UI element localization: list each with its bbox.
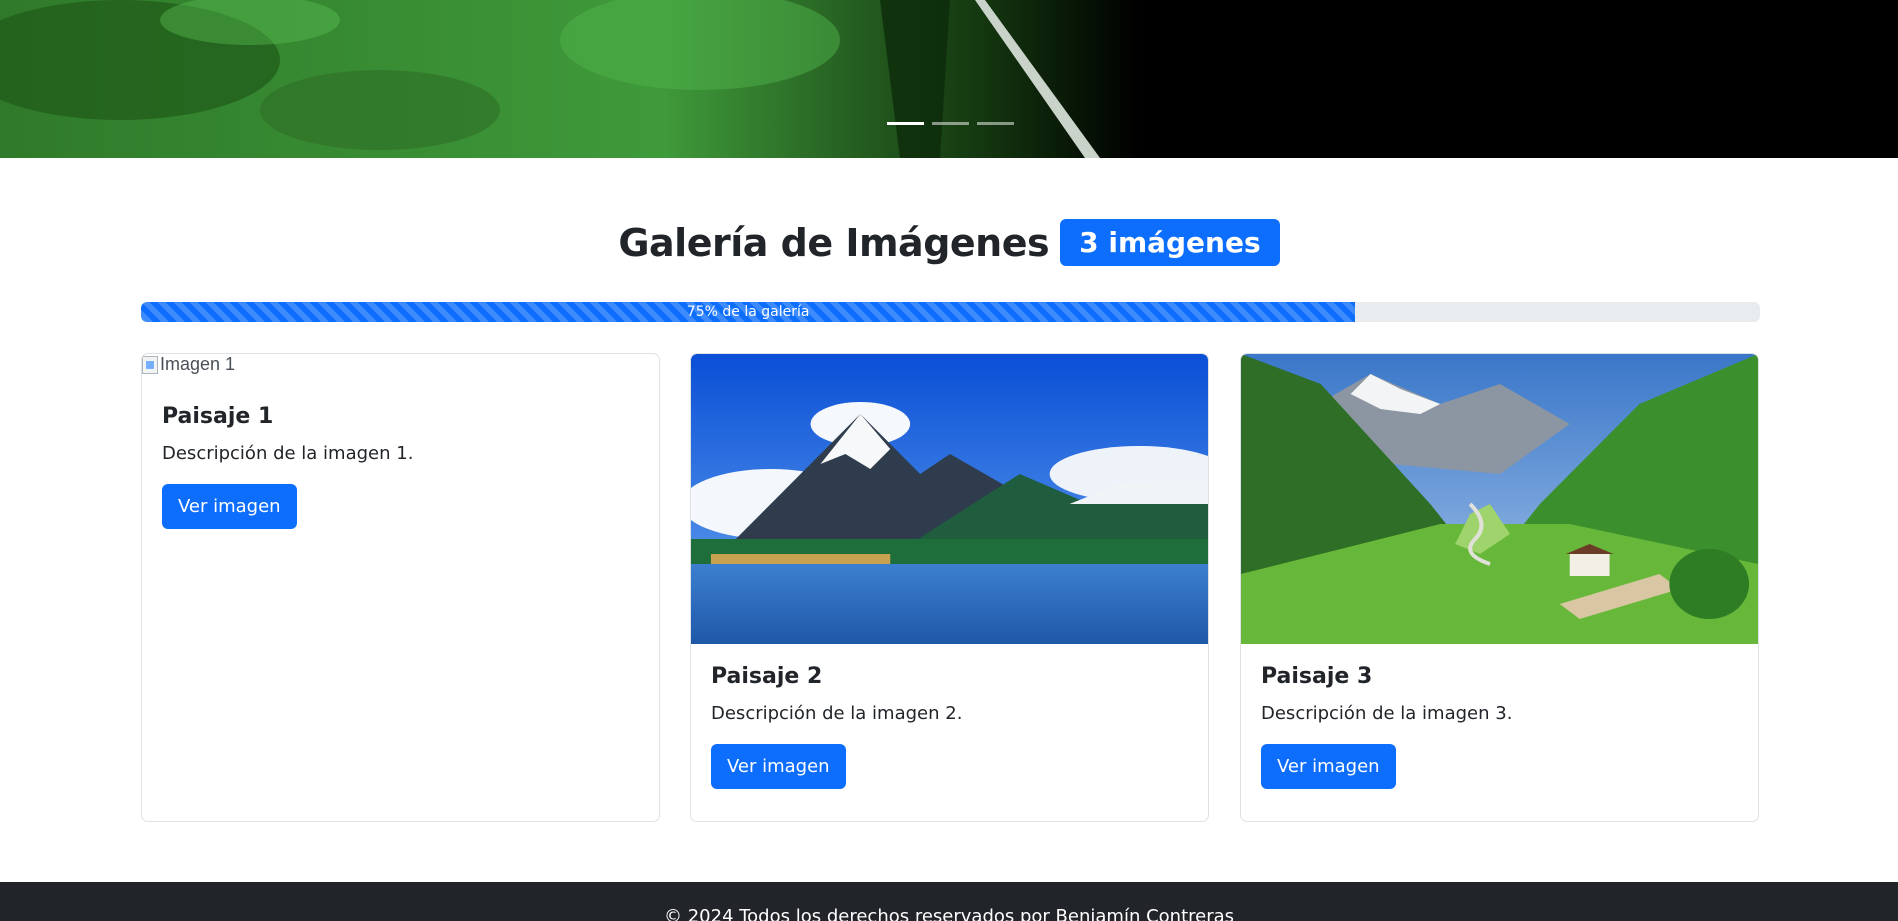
card-description: Descripción de la imagen 1. [162,443,414,464]
carousel-indicator-1[interactable] [887,122,924,125]
carousel-prev-control[interactable] [0,0,150,158]
green-valley-image [1241,354,1758,644]
card-image [691,354,1208,644]
hero-carousel[interactable] [0,0,1898,158]
carousel-indicators [887,122,1014,125]
card-body: Paisaje 1 Descripción de la imagen 1. Ve… [142,382,659,549]
card-title: Paisaje 3 [1261,664,1373,689]
carousel-indicator-3[interactable] [977,122,1014,125]
view-image-button[interactable]: Ver imagen [711,744,846,789]
carousel-next-control[interactable] [1748,0,1898,158]
image-count-badge: 3 imágenes [1060,219,1280,266]
view-image-button[interactable]: Ver imagen [162,484,297,529]
broken-image-icon [142,356,158,374]
view-image-button[interactable]: Ver imagen [1261,744,1396,789]
page-footer: © 2024 Todos los derechos reservados por… [0,882,1898,921]
broken-image-placeholder: Imagen 1 [142,354,659,382]
card-title: Paisaje 1 [162,404,274,429]
card-image [1241,354,1758,644]
card-body: Paisaje 2 Descripción de la imagen 2. Ve… [691,644,1208,809]
carousel-slide-image [0,0,1898,158]
image-alt-text: Imagen 1 [160,354,236,374]
page-title: Galería de Imágenes [618,220,1050,265]
copyright-text: © 2024 Todos los derechos reservados por… [663,906,1235,921]
card-description: Descripción de la imagen 2. [711,703,963,724]
gallery-card-2: Paisaje 2 Descripción de la imagen 2. Ve… [690,353,1209,822]
progress-label: 75% de la galería [686,304,810,320]
card-title: Paisaje 2 [711,664,823,689]
gallery-progress: 75% de la galería [141,302,1760,322]
card-description: Descripción de la imagen 3. [1261,703,1513,724]
carousel-indicator-2[interactable] [932,122,969,125]
gallery-card-1: Imagen 1 Paisaje 1 Descripción de la ima… [141,353,660,822]
gallery-heading: Galería de Imágenes 3 imágenes [0,219,1898,266]
mountain-lake-image [691,354,1208,644]
gallery-card-3: Paisaje 3 Descripción de la imagen 3. Ve… [1240,353,1759,822]
card-body: Paisaje 3 Descripción de la imagen 3. Ve… [1241,644,1758,809]
progress-bar-fill: 75% de la galería [141,302,1356,322]
